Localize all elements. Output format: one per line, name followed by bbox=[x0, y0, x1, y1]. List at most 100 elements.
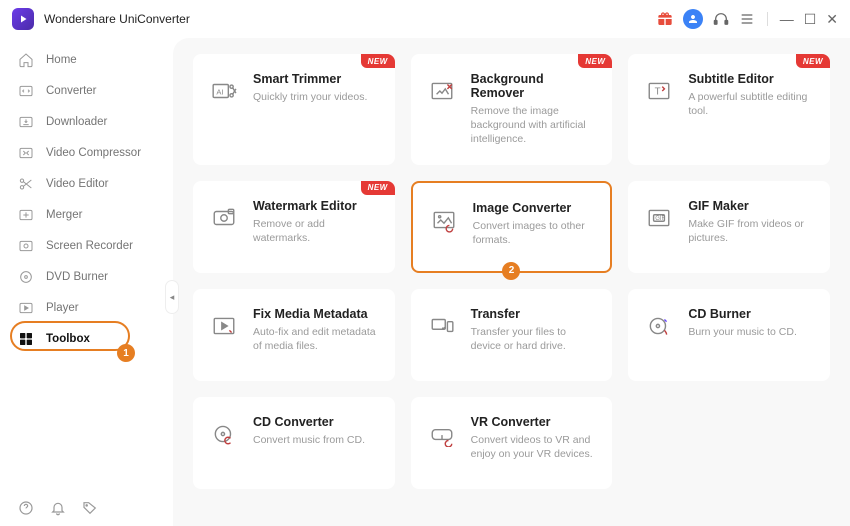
scissors-icon bbox=[18, 176, 34, 192]
user-avatar-icon[interactable] bbox=[683, 9, 703, 29]
record-icon bbox=[18, 238, 34, 254]
card-vr-converter[interactable]: VR Converter Convert videos to VR and enj… bbox=[411, 397, 613, 489]
card-title: Image Converter bbox=[473, 201, 595, 215]
card-desc: Burn your music to CD. bbox=[688, 325, 797, 339]
sidebar-item-label: Player bbox=[46, 302, 79, 314]
sidebar-item-video-editor[interactable]: Video Editor bbox=[0, 168, 173, 199]
sidebar-collapse-button[interactable]: ◂ bbox=[165, 280, 179, 314]
card-background-remover[interactable]: NEW Background Remover Remove the image ba… bbox=[411, 54, 613, 165]
card-gif-maker[interactable]: GIF GIF Maker Make GIF from videos or pict… bbox=[628, 181, 830, 273]
sidebar: Home Converter Downloader Video Compressor V… bbox=[0, 38, 173, 526]
compress-icon bbox=[18, 145, 34, 161]
svg-text:T: T bbox=[655, 86, 661, 97]
card-fix-media-metadata[interactable]: Fix Media Metadata Auto-fix and edit meta… bbox=[193, 289, 395, 381]
card-title: CD Converter bbox=[253, 415, 365, 429]
card-desc: Auto-fix and edit metadata of media file… bbox=[253, 325, 379, 353]
card-title: Fix Media Metadata bbox=[253, 307, 379, 321]
content-area: NEW AI Smart Trimmer Quickly trim your vide… bbox=[173, 38, 850, 526]
card-title: CD Burner bbox=[688, 307, 797, 321]
sidebar-item-label: Downloader bbox=[46, 116, 107, 128]
card-desc: Convert images to other formats. bbox=[473, 219, 595, 247]
card-title: VR Converter bbox=[471, 415, 597, 429]
sidebar-item-label: Screen Recorder bbox=[46, 240, 133, 252]
sidebar-item-label: Merger bbox=[46, 209, 82, 221]
new-badge: NEW bbox=[796, 54, 830, 68]
card-desc: Transfer your files to device or hard dr… bbox=[471, 325, 597, 353]
transfer-icon bbox=[427, 311, 457, 341]
card-title: Subtitle Editor bbox=[688, 72, 814, 86]
card-subtitle-editor[interactable]: NEW T Subtitle Editor A powerful subtitle e… bbox=[628, 54, 830, 165]
card-transfer[interactable]: Transfer Transfer your files to device or… bbox=[411, 289, 613, 381]
card-desc: Remove the image background with artific… bbox=[471, 104, 597, 147]
cdburn-icon bbox=[644, 311, 674, 341]
sidebar-item-dvd-burner[interactable]: DVD Burner bbox=[0, 261, 173, 292]
cdconv-icon bbox=[209, 419, 239, 449]
card-title: GIF Maker bbox=[688, 199, 814, 213]
sidebar-item-downloader[interactable]: Downloader bbox=[0, 106, 173, 137]
vr-icon bbox=[427, 419, 457, 449]
imgconv-icon bbox=[429, 205, 459, 235]
gif-icon: GIF bbox=[644, 203, 674, 233]
annotation-badge-2: 2 bbox=[502, 262, 520, 280]
card-desc: Remove or add watermarks. bbox=[253, 217, 379, 245]
sidebar-item-screen-recorder[interactable]: Screen Recorder bbox=[0, 230, 173, 261]
card-desc: Convert music from CD. bbox=[253, 433, 365, 447]
play-icon bbox=[18, 300, 34, 316]
sidebar-item-label: Video Editor bbox=[46, 178, 108, 190]
sidebar-item-label: DVD Burner bbox=[46, 271, 108, 283]
gift-icon[interactable] bbox=[657, 11, 673, 27]
card-cd-burner[interactable]: CD Burner Burn your music to CD. bbox=[628, 289, 830, 381]
card-title: Watermark Editor bbox=[253, 199, 379, 213]
card-title: Transfer bbox=[471, 307, 597, 321]
window-maximize-icon[interactable]: ☐ bbox=[804, 12, 817, 26]
sidebar-item-toolbox[interactable]: Toolbox1 bbox=[0, 323, 173, 354]
discount-tag-icon[interactable] bbox=[82, 500, 98, 516]
window-minimize-icon[interactable]: — bbox=[780, 12, 794, 26]
trimmer-icon: AI bbox=[209, 76, 239, 106]
bgremove-icon bbox=[427, 76, 457, 106]
app-logo bbox=[12, 8, 34, 30]
svg-text:GIF: GIF bbox=[656, 216, 666, 222]
dvd-icon bbox=[18, 269, 34, 285]
new-badge: NEW bbox=[361, 54, 395, 68]
home-icon bbox=[18, 52, 34, 68]
sidebar-item-video-compressor[interactable]: Video Compressor bbox=[0, 137, 173, 168]
download-icon bbox=[18, 114, 34, 130]
sidebar-item-player[interactable]: Player bbox=[0, 292, 173, 323]
sidebar-bottom-bar bbox=[18, 500, 98, 516]
card-desc: Make GIF from videos or pictures. bbox=[688, 217, 814, 245]
grid-icon bbox=[18, 331, 34, 347]
notification-bell-icon[interactable] bbox=[50, 500, 66, 516]
card-desc: Convert videos to VR and enjoy on your V… bbox=[471, 433, 597, 461]
sidebar-item-label: Toolbox bbox=[46, 333, 90, 345]
card-desc: A powerful subtitle editing tool. bbox=[688, 90, 814, 118]
app-title: Wondershare UniConverter bbox=[44, 12, 190, 26]
sidebar-item-merger[interactable]: Merger bbox=[0, 199, 173, 230]
help-icon[interactable] bbox=[18, 500, 34, 516]
svg-text:AI: AI bbox=[216, 87, 223, 96]
hamburger-menu-icon[interactable] bbox=[739, 11, 755, 27]
card-smart-trimmer[interactable]: NEW AI Smart Trimmer Quickly trim your vide… bbox=[193, 54, 395, 165]
merge-icon bbox=[18, 207, 34, 223]
new-badge: NEW bbox=[361, 181, 395, 195]
sidebar-item-label: Video Compressor bbox=[46, 147, 141, 159]
annotation-badge-1: 1 bbox=[117, 344, 135, 362]
sidebar-item-label: Home bbox=[46, 54, 77, 66]
watermark-icon bbox=[209, 203, 239, 233]
card-image-converter[interactable]: Image Converter Convert images to other f… bbox=[411, 181, 613, 273]
sidebar-item-home[interactable]: Home bbox=[0, 44, 173, 75]
new-badge: NEW bbox=[578, 54, 612, 68]
support-headset-icon[interactable] bbox=[713, 11, 729, 27]
sidebar-item-label: Converter bbox=[46, 85, 97, 97]
converter-icon bbox=[18, 83, 34, 99]
card-cd-converter[interactable]: CD Converter Convert music from CD. bbox=[193, 397, 395, 489]
card-watermark-editor[interactable]: NEW Watermark Editor Remove or add waterma… bbox=[193, 181, 395, 273]
card-desc: Quickly trim your videos. bbox=[253, 90, 367, 104]
metadata-icon bbox=[209, 311, 239, 341]
separator bbox=[767, 12, 768, 26]
sidebar-item-converter[interactable]: Converter bbox=[0, 75, 173, 106]
card-title: Smart Trimmer bbox=[253, 72, 367, 86]
window-close-icon[interactable]: ✕ bbox=[826, 12, 838, 26]
card-title: Background Remover bbox=[471, 72, 597, 100]
subtitle-icon: T bbox=[644, 76, 674, 106]
